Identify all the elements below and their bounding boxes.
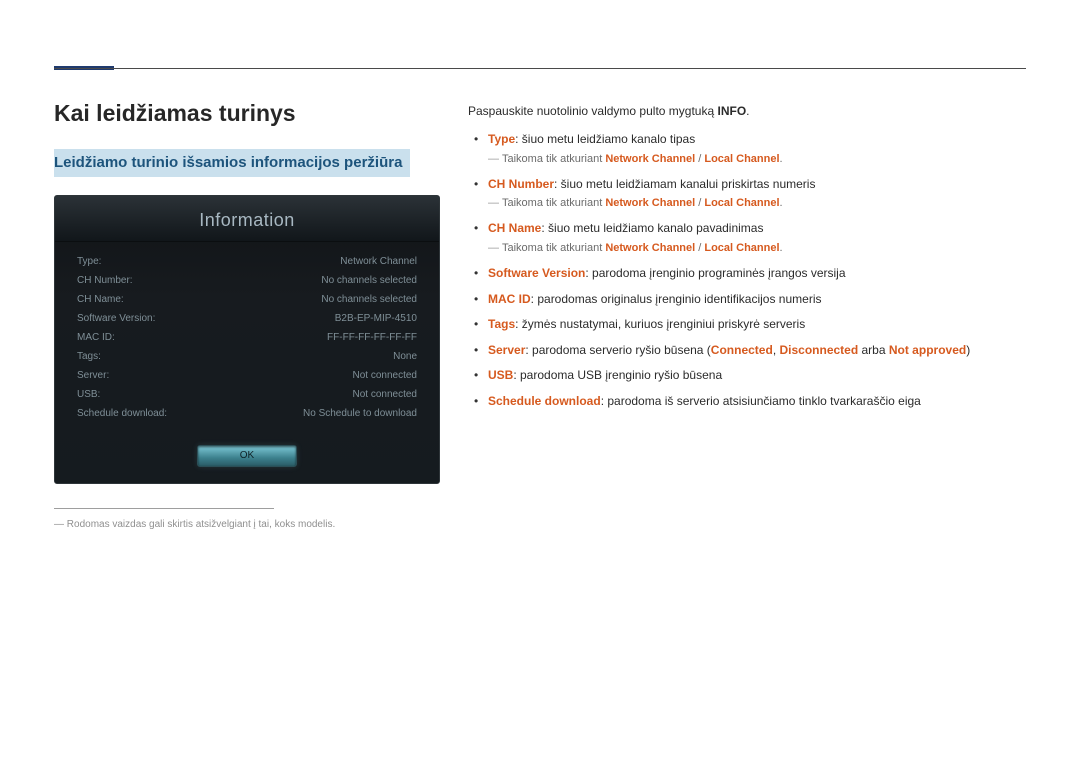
item-chnum-key: CH Number	[488, 177, 554, 191]
item-usb-key: USB	[488, 368, 513, 382]
item-sched-text: : parodoma iš serverio atsisiunčiamo tin…	[601, 394, 921, 408]
info-value: Not connected	[353, 389, 418, 400]
item-server-connected: Connected	[711, 343, 773, 357]
item-server-disconnected: Disconnected	[779, 343, 858, 357]
info-label: Schedule download:	[77, 408, 167, 419]
item-server-not-approved: Not approved	[889, 343, 966, 357]
info-label: USB:	[77, 389, 100, 400]
info-label: Type:	[77, 256, 101, 267]
info-label: Tags:	[77, 351, 101, 362]
info-row-mac-id: MAC ID: FF-FF-FF-FF-FF-FF	[77, 328, 417, 347]
info-value: No channels selected	[321, 275, 417, 286]
item-usb: USB: parodoma USB įrenginio ryšio būsena	[474, 366, 1026, 385]
info-label: CH Number:	[77, 275, 133, 286]
item-server: Server: parodoma serverio ryšio būsena (…	[474, 341, 1026, 360]
info-row-schedule: Schedule download: No Schedule to downloa…	[77, 404, 417, 423]
header-rule	[54, 68, 1026, 69]
info-label: Software Version:	[77, 313, 155, 324]
footnote-text: Rodomas vaizdas gali skirtis atsižvelgia…	[54, 519, 440, 530]
item-server-key: Server	[488, 343, 525, 357]
item-type-text: : šiuo metu leidžiamo kanalo tipas	[515, 132, 695, 146]
ok-button[interactable]: OK	[197, 445, 297, 467]
item-type-key: Type	[488, 132, 515, 146]
info-value: FF-FF-FF-FF-FF-FF	[327, 332, 417, 343]
item-sw-key: Software Version	[488, 266, 585, 280]
info-row-software-version: Software Version: B2B-EP-MIP-4510	[77, 309, 417, 328]
item-chname-text: : šiuo metu leidžiamo kanalo pavadinimas	[541, 221, 763, 235]
section-subheader: Leidžiamo turinio išsamios informacijos …	[54, 149, 410, 177]
footnote-rule	[54, 508, 274, 509]
info-value: B2B-EP-MIP-4510	[335, 313, 417, 324]
item-mac-text: : parodomas originalus įrenginio identif…	[531, 292, 822, 306]
info-row-server: Server: Not connected	[77, 366, 417, 385]
info-row-usb: USB: Not connected	[77, 385, 417, 404]
item-ch-number: CH Number: šiuo metu leidžiamam kanalui …	[474, 175, 1026, 213]
item-chnum-text: : šiuo metu leidžiamam kanalui priskirta…	[554, 177, 815, 191]
information-panel-body: Type: Network Channel CH Number: No channe…	[55, 242, 439, 423]
page-title: Kai leidžiamas turinys	[54, 100, 440, 127]
item-sw-text: : parodoma įrenginio programinės įrangos…	[585, 266, 845, 280]
intro-a: Paspauskite nuotolinio valdymo pulto myg…	[468, 104, 717, 118]
item-tags: Tags: žymės nustatymai, kuriuos įrengini…	[474, 315, 1026, 334]
section-subheader-label: Leidžiamo turinio išsamios informacijos …	[54, 154, 402, 171]
info-row-tags: Tags: None	[77, 347, 417, 366]
info-label: CH Name:	[77, 294, 124, 305]
info-value: None	[393, 351, 417, 362]
item-usb-text: : parodoma USB įrenginio ryšio būsena	[513, 368, 722, 382]
info-row-ch-name: CH Name: No channels selected	[77, 290, 417, 309]
intro-line: Paspauskite nuotolinio valdymo pulto myg…	[468, 104, 1026, 118]
information-panel: Information Type: Network Channel CH Numb…	[54, 195, 440, 484]
info-row-ch-number: CH Number: No channels selected	[77, 271, 417, 290]
intro-info-bold: INFO	[717, 104, 746, 118]
item-type-sub: Taikoma tik atkuriant Network Channel / …	[488, 151, 1026, 168]
item-mac-id: MAC ID: parodomas originalus įrenginio i…	[474, 290, 1026, 309]
item-server-a: : parodoma serverio ryšio būsena (	[525, 343, 710, 357]
item-ch-name: CH Name: šiuo metu leidžiamo kanalo pava…	[474, 219, 1026, 257]
info-value: No channels selected	[321, 294, 417, 305]
information-panel-title: Information	[55, 196, 439, 242]
item-tags-text: : žymės nustatymai, kuriuos įrenginiui p…	[515, 317, 805, 331]
info-value: Network Channel	[340, 256, 417, 267]
info-label: MAC ID:	[77, 332, 115, 343]
info-value: No Schedule to download	[303, 408, 417, 419]
intro-c: .	[746, 104, 749, 118]
item-mac-key: MAC ID	[488, 292, 531, 306]
item-type: Type: šiuo metu leidžiamo kanalo tipas T…	[474, 130, 1026, 168]
item-chnum-sub: Taikoma tik atkuriant Network Channel / …	[488, 195, 1026, 212]
item-chname-key: CH Name	[488, 221, 541, 235]
info-row-type: Type: Network Channel	[77, 252, 417, 271]
item-chname-sub: Taikoma tik atkuriant Network Channel / …	[488, 240, 1026, 257]
item-tags-key: Tags	[488, 317, 515, 331]
description-list: Type: šiuo metu leidžiamo kanalo tipas T…	[468, 130, 1026, 410]
item-software-version: Software Version: parodoma įrenginio pro…	[474, 264, 1026, 283]
item-sched-key: Schedule download	[488, 394, 601, 408]
info-label: Server:	[77, 370, 109, 381]
info-value: Not connected	[353, 370, 418, 381]
item-schedule-download: Schedule download: parodoma iš serverio …	[474, 392, 1026, 411]
